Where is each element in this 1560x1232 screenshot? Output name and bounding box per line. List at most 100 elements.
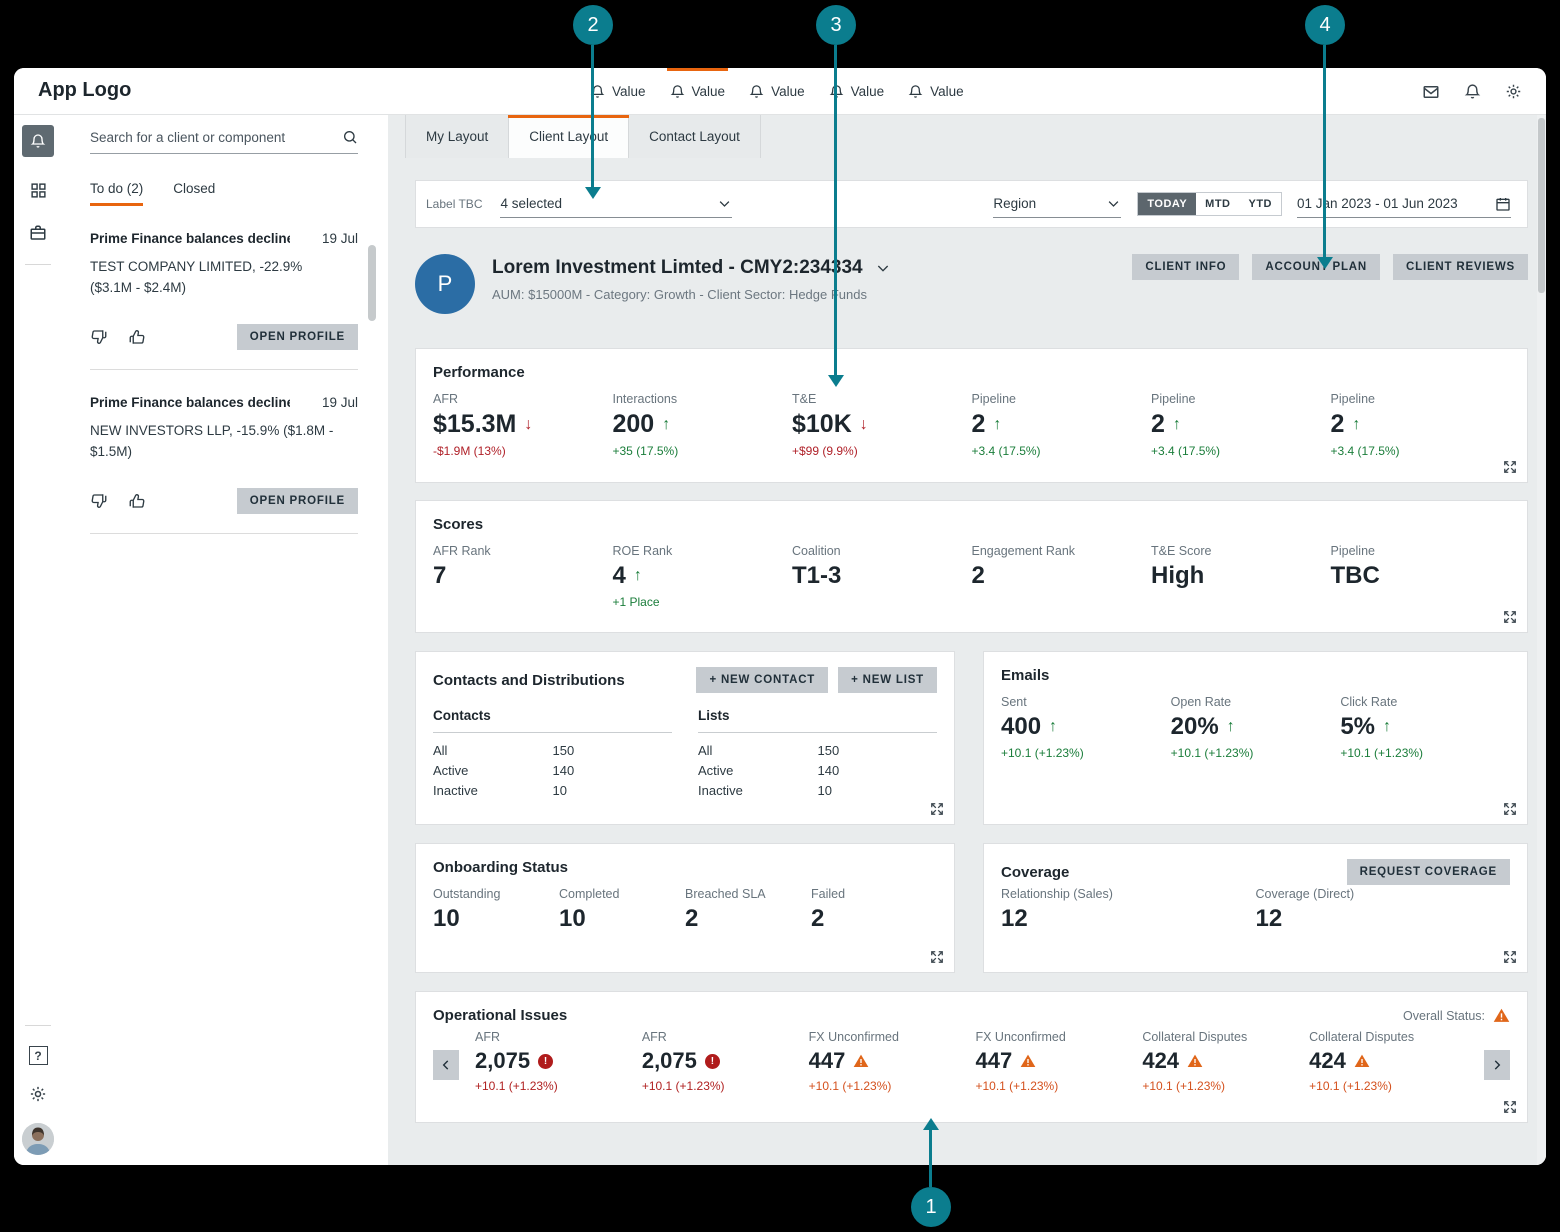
- tab-client-layout[interactable]: Client Layout: [509, 115, 629, 158]
- user-photo: [22, 1123, 54, 1155]
- notification-body: TEST COMPANY LIMITED, -22.9% ($3.1M - $2…: [90, 257, 342, 299]
- open-profile-button[interactable]: OPEN PROFILE: [237, 488, 358, 514]
- metric-pipeline-score: Pipeline TBC: [1331, 544, 1511, 609]
- scrollbar-thumb[interactable]: [1538, 118, 1545, 293]
- period-ytd[interactable]: YTD: [1240, 193, 1282, 215]
- expand-icon[interactable]: [930, 950, 944, 964]
- gear-icon[interactable]: [29, 1085, 47, 1103]
- expand-icon[interactable]: [1503, 460, 1517, 474]
- open-profile-button[interactable]: OPEN PROFILE: [237, 324, 358, 350]
- tab-contact-layout[interactable]: Contact Layout: [629, 115, 761, 158]
- expand-icon[interactable]: [1503, 1100, 1517, 1114]
- bell-icon: [749, 84, 764, 99]
- client-reviews-button[interactable]: CLIENT REVIEWS: [1393, 254, 1528, 280]
- operational-issues-card: Operational Issues Overall Status: AFR 2…: [415, 991, 1528, 1123]
- card-title: Performance: [433, 364, 1510, 381]
- sidebar: To do (2) Closed Prime Finance balances …: [62, 115, 402, 1165]
- callout-4-arrowhead: [1317, 257, 1333, 269]
- new-contact-button[interactable]: + NEW CONTACT: [696, 667, 828, 693]
- feedback-icons: [90, 492, 146, 510]
- expand-icon[interactable]: [1503, 802, 1517, 816]
- chevron-down-icon[interactable]: [875, 260, 891, 276]
- gear-icon[interactable]: [1505, 83, 1522, 100]
- metric-relationship-sales: Relationship (Sales) 12: [1001, 887, 1256, 933]
- bell-icon: [908, 84, 923, 99]
- chevron-down-icon: [1106, 196, 1121, 211]
- rail-item-portfolio[interactable]: [28, 224, 48, 242]
- table-header: Lists: [698, 708, 937, 733]
- expand-icon[interactable]: [1503, 610, 1517, 624]
- mail-icon[interactable]: [1422, 83, 1440, 101]
- sidebar-scrollbar[interactable]: [368, 245, 376, 321]
- bell-icon[interactable]: [1464, 83, 1481, 100]
- client-header: P Lorem Investment Limted - CMY2:234334 …: [415, 254, 1528, 328]
- thumbs-down-icon[interactable]: [90, 492, 108, 510]
- card-title: Contacts and Distributions: [433, 672, 625, 689]
- table-row: Active140: [433, 763, 672, 778]
- chevron-right-icon: [1490, 1058, 1504, 1072]
- tab-closed[interactable]: Closed: [173, 181, 215, 206]
- callout-2-arrow-line: [591, 45, 594, 187]
- issue-afr: AFR 2,075! +10.1 (+1.23%): [642, 1030, 809, 1093]
- search-input[interactable]: [90, 130, 342, 145]
- prev-button[interactable]: [433, 1050, 459, 1080]
- contacts-table: Contacts All150 Active140 Inactive10: [433, 708, 672, 798]
- date-range-picker[interactable]: 01 Jan 2023 - 01 Jun 2023: [1297, 191, 1511, 218]
- tab-my-layout[interactable]: My Layout: [405, 115, 509, 158]
- trend-arrow: ↑: [1352, 416, 1360, 434]
- nav-item-label: Value: [851, 84, 885, 99]
- thumbs-down-icon[interactable]: [90, 328, 108, 346]
- callout-1: 1: [911, 1187, 951, 1227]
- metric-interactions: Interactions 200↑ +35 (17.5%): [613, 392, 793, 458]
- region-select[interactable]: Region: [993, 191, 1121, 218]
- metric-click-rate: Click Rate 5%↑ +10.1 (+1.23%): [1340, 695, 1510, 760]
- bell-icon: [670, 84, 685, 99]
- table-row: Inactive10: [433, 783, 672, 798]
- callout-3-arrowhead: [828, 375, 844, 387]
- main-area: My Layout Client Layout Contact Layout L…: [388, 115, 1546, 1165]
- warning-icon: [853, 1053, 869, 1069]
- expand-icon[interactable]: [930, 802, 944, 816]
- thumbs-up-icon[interactable]: [128, 328, 146, 346]
- rail-item-dashboard[interactable]: [28, 182, 48, 199]
- nav-item-value-5[interactable]: Value: [908, 68, 964, 115]
- filter-bar: Label TBC 4 selected Region TODAY MTD YT…: [415, 180, 1528, 228]
- main-scrollbar[interactable]: [1537, 115, 1546, 1165]
- request-coverage-button[interactable]: REQUEST COVERAGE: [1347, 859, 1510, 885]
- issue-fx-unconfirmed: FX Unconfirmed 447 +10.1 (+1.23%): [975, 1030, 1142, 1093]
- search-row: [90, 129, 358, 154]
- feedback-icons: [90, 328, 146, 346]
- nav-item-label: Value: [692, 84, 726, 99]
- callout-4-arrow-line: [1323, 45, 1326, 257]
- metric-coalition: Coalition T1-3: [792, 544, 972, 609]
- notification-date: 19 Jul: [322, 231, 358, 246]
- card-title: Emails: [1001, 667, 1510, 684]
- nav-item-value-3[interactable]: Value: [749, 68, 805, 115]
- chevron-down-icon: [717, 196, 732, 211]
- rail-item-notifications[interactable]: [22, 125, 54, 157]
- next-button[interactable]: [1484, 1050, 1510, 1080]
- user-avatar[interactable]: [22, 1123, 54, 1155]
- label-select[interactable]: 4 selected: [500, 191, 732, 218]
- search-icon[interactable]: [342, 129, 358, 145]
- filter-label: Label TBC: [426, 197, 482, 211]
- notification-title: Prime Finance balances declined...: [90, 395, 290, 410]
- thumbs-up-icon[interactable]: [128, 492, 146, 510]
- help-icon[interactable]: ?: [29, 1046, 48, 1065]
- metric-breached-sla: Breached SLA 2: [685, 887, 811, 933]
- tab-todo[interactable]: To do (2): [90, 181, 143, 206]
- top-actions: [1422, 68, 1522, 115]
- period-today[interactable]: TODAY: [1138, 193, 1196, 215]
- selected-value: 4 selected: [500, 196, 717, 211]
- client-info-button[interactable]: CLIENT INFO: [1132, 254, 1239, 280]
- card-title: Onboarding Status: [433, 859, 937, 876]
- nav-item-value-1[interactable]: Value: [590, 68, 646, 115]
- period-mtd[interactable]: MTD: [1196, 193, 1239, 215]
- client-avatar: P: [415, 254, 475, 314]
- new-list-button[interactable]: + NEW LIST: [838, 667, 937, 693]
- trend-arrow: ↑: [662, 416, 670, 434]
- nav-item-value-2[interactable]: Value: [670, 68, 726, 115]
- expand-icon[interactable]: [1503, 950, 1517, 964]
- trend-arrow: ↓: [524, 416, 532, 434]
- callout-1-arrow-line: [929, 1129, 932, 1187]
